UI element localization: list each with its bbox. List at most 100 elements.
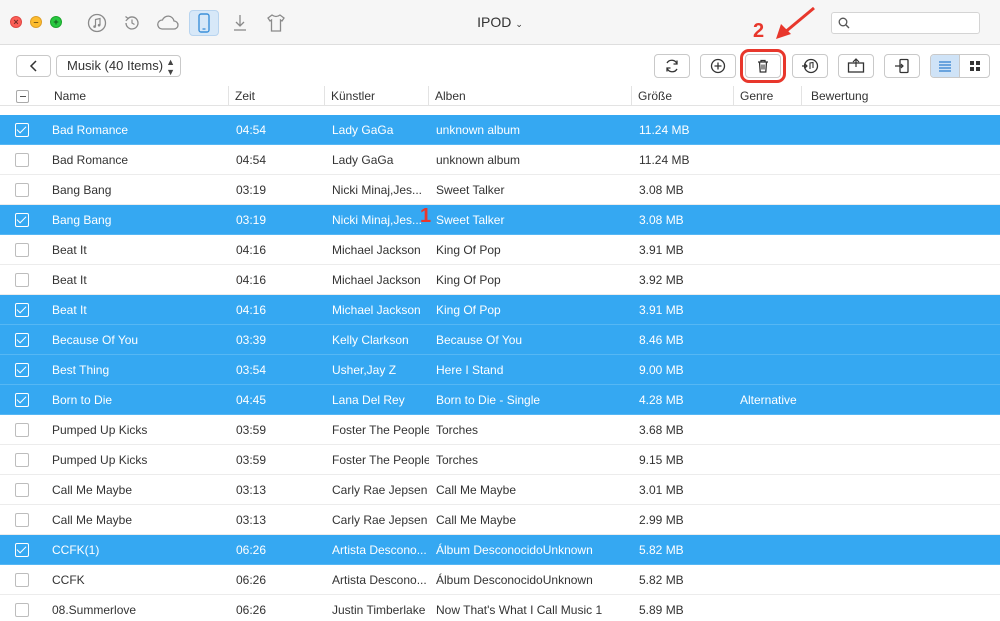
table-row[interactable]: Pumped Up Kicks 03:59 Foster The People Tor… xyxy=(0,415,1000,445)
row-checkbox[interactable] xyxy=(15,273,29,287)
cell-artist: Artista Descono... xyxy=(332,573,427,587)
cell-artist: Usher,Jay Z xyxy=(332,363,397,377)
row-checkbox[interactable] xyxy=(15,543,29,557)
view-toggle xyxy=(930,54,990,78)
cell-time: 03:39 xyxy=(236,333,267,347)
cell-time: 06:26 xyxy=(236,573,267,587)
column-header-time[interactable]: Zeit xyxy=(228,86,324,106)
cell-name: Bang Bang xyxy=(52,183,112,197)
table-row[interactable]: Bang Bang 03:19 Nicki Minaj,Jes... Sweet Ta… xyxy=(0,205,1000,235)
computer-transfer-icon xyxy=(847,58,865,73)
table-row[interactable]: Beat It 04:16 Michael Jackson King Of Pop 3.… xyxy=(0,235,1000,265)
to-computer-button[interactable] xyxy=(838,54,874,78)
table-row[interactable]: Because Of You 03:39 Kelly Clarkson Because… xyxy=(0,325,1000,355)
cell-size: 3.08 MB xyxy=(639,183,684,197)
table-row[interactable]: Beat It 04:16 Michael Jackson King Of Pop 3.… xyxy=(0,295,1000,325)
row-checkbox[interactable] xyxy=(15,453,29,467)
chevron-left-icon xyxy=(29,60,37,72)
column-header-album[interactable]: Alben xyxy=(428,86,631,106)
to-itunes-button[interactable] xyxy=(792,54,828,78)
cell-time: 04:54 xyxy=(236,123,267,137)
cell-size: 3.91 MB xyxy=(639,243,684,257)
table-row[interactable]: Pumped Up Kicks 03:59 Foster The People Tor… xyxy=(0,445,1000,475)
table-row[interactable]: Best Thing 03:54 Usher,Jay Z Here I Stand 9.… xyxy=(0,355,1000,385)
row-checkbox[interactable] xyxy=(15,513,29,527)
cell-album: Now That's What I Call Music 1 xyxy=(436,603,603,617)
device-transfer-icon xyxy=(895,58,909,74)
chevron-down-icon: ⌄ xyxy=(515,19,523,29)
cell-size: 5.82 MB xyxy=(639,543,684,557)
row-checkbox[interactable] xyxy=(15,303,29,317)
row-checkbox[interactable] xyxy=(15,483,29,497)
to-device-button[interactable] xyxy=(884,54,920,78)
cell-time: 04:54 xyxy=(236,153,267,167)
refresh-button[interactable] xyxy=(654,54,690,78)
cell-album: Sweet Talker xyxy=(436,213,505,227)
delete-button[interactable] xyxy=(740,49,786,83)
column-header-size[interactable]: Größe xyxy=(631,86,733,106)
cell-album: King Of Pop xyxy=(436,273,501,287)
row-checkbox[interactable] xyxy=(15,573,29,587)
cell-artist: Carly Rae Jepsen xyxy=(332,513,428,527)
cell-name: Pumped Up Kicks xyxy=(52,453,148,467)
add-button[interactable] xyxy=(700,54,736,78)
column-header-genre[interactable]: Genre xyxy=(733,86,801,106)
cell-album: King Of Pop xyxy=(436,303,501,317)
cell-genre xyxy=(740,355,810,385)
category-select[interactable]: Musik (40 Items) ▲ ▼ xyxy=(56,55,181,77)
table-row[interactable]: Bang Bang 03:19 Nicki Minaj,Jes... Sweet Ta… xyxy=(0,175,1000,205)
cell-time: 03:13 xyxy=(236,513,267,527)
table-row[interactable]: Call Me Maybe 03:13 Carly Rae Jepsen Call M… xyxy=(0,505,1000,535)
search-input[interactable] xyxy=(831,12,980,34)
cell-artist: Foster The People xyxy=(332,453,429,467)
column-header-rating[interactable]: Bewertung xyxy=(801,86,1000,106)
cell-genre xyxy=(740,145,810,175)
cell-album: unknown album xyxy=(436,123,521,137)
cell-time: 04:45 xyxy=(236,393,267,407)
row-checkbox[interactable] xyxy=(15,603,29,617)
column-header-name[interactable]: Name xyxy=(48,86,228,106)
table-row[interactable]: CCFK 06:26 Artista Descono... Álbum Descono… xyxy=(0,565,1000,595)
cell-artist: Michael Jackson xyxy=(332,273,421,287)
cell-artist: Nicki Minaj,Jes... xyxy=(332,183,423,197)
row-checkbox[interactable] xyxy=(15,423,29,437)
row-checkbox[interactable] xyxy=(15,123,29,137)
cell-album: unknown album xyxy=(436,153,521,167)
annotation-arrow-icon xyxy=(776,6,815,39)
cell-album: Álbum DesconocidoUnknown xyxy=(436,543,593,557)
cell-name: Born to Die xyxy=(52,393,113,407)
table-row[interactable]: 08.Summerlove 06:26 Justin Timberlake Now T… xyxy=(0,595,1000,621)
row-checkbox[interactable] xyxy=(15,393,29,407)
song-list: Bad Romance 04:54 Lady GaGa unknown album 11… xyxy=(0,115,1000,621)
table-row[interactable]: Bad Romance 04:54 Lady GaGa unknown album 11… xyxy=(0,145,1000,175)
cell-artist: Kelly Clarkson xyxy=(332,333,409,347)
select-all-checkbox[interactable] xyxy=(16,90,29,103)
back-button[interactable] xyxy=(16,55,51,77)
cell-time: 06:26 xyxy=(236,543,267,557)
row-checkbox[interactable] xyxy=(15,183,29,197)
list-view-button[interactable] xyxy=(931,55,961,77)
cell-name: Pumped Up Kicks xyxy=(52,423,148,437)
row-checkbox[interactable] xyxy=(15,333,29,347)
grid-icon xyxy=(969,61,980,71)
column-header-artist[interactable]: Künstler xyxy=(324,86,428,106)
table-row[interactable]: Call Me Maybe 03:13 Carly Rae Jepsen Call M… xyxy=(0,475,1000,505)
table-row[interactable]: Born to Die 04:45 Lana Del Rey Born to Die … xyxy=(0,385,1000,415)
cell-name: Beat It xyxy=(52,303,87,317)
cell-album: Here I Stand xyxy=(436,363,504,377)
table-row[interactable]: Bad Romance 04:54 Lady GaGa unknown album 11… xyxy=(0,115,1000,145)
row-checkbox[interactable] xyxy=(15,213,29,227)
cell-name: Call Me Maybe xyxy=(52,513,133,527)
table-row[interactable]: CCFK(1) 06:26 Artista Descono... Álbum Desc… xyxy=(0,535,1000,565)
cell-genre xyxy=(740,265,810,295)
row-checkbox[interactable] xyxy=(15,243,29,257)
cell-name: Bad Romance xyxy=(52,153,129,167)
cell-name: Because Of You xyxy=(52,333,139,347)
toolbar: Musik (40 Items) ▲ ▼ xyxy=(0,46,1000,86)
table-row[interactable]: Beat It 04:16 Michael Jackson King Of Pop 3.… xyxy=(0,265,1000,295)
cell-name: Beat It xyxy=(52,243,87,257)
cell-time: 03:19 xyxy=(236,213,267,227)
row-checkbox[interactable] xyxy=(15,153,29,167)
grid-view-button[interactable] xyxy=(960,55,989,77)
row-checkbox[interactable] xyxy=(15,363,29,377)
